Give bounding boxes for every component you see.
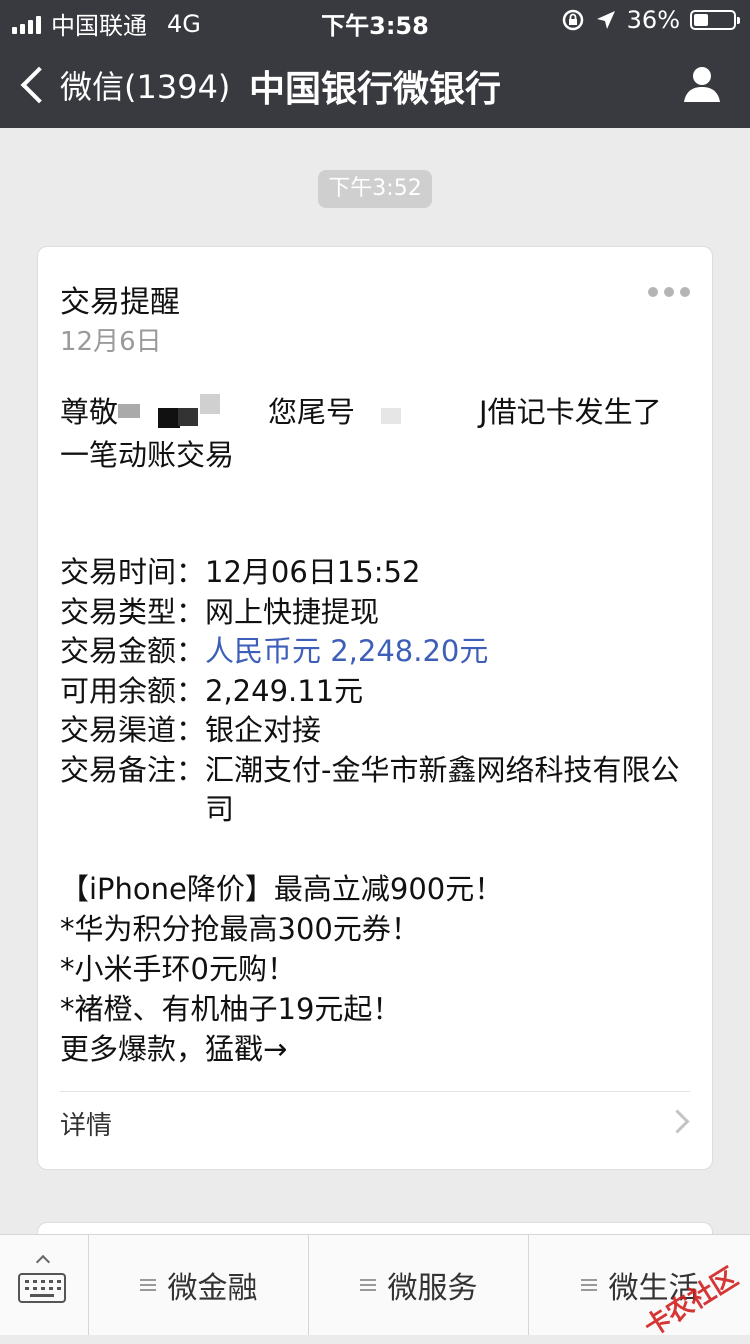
intro-line-2: 一笔动账交易 [60,438,235,472]
battery-icon [690,10,740,30]
detail-key: 交易渠道： [60,713,206,747]
keyboard-toggle-button[interactable] [0,1235,89,1335]
profile-icon[interactable] [682,64,722,104]
detail-row-note: 交易备注： 汇潮支付-金华市新鑫网络科技有限公司 [60,751,680,830]
nav-bar: 微信(1394) 中国银行微银行 [0,40,750,128]
detail-value: 银企对接 [205,713,322,747]
menu-lines-icon [580,1279,597,1291]
menu-lines-icon [139,1279,156,1291]
more-icon[interactable] [648,287,690,297]
card-title: 交易提醒 [60,285,180,320]
menu-tab-finance[interactable]: 微金融 [89,1235,309,1335]
tail-number-text: 您尾号 [268,395,356,429]
promo-line: *小米手环0元购！ [60,952,296,986]
battery-percent: 36% [626,6,680,34]
amount-value: 人民币元 2,248.20元 [205,634,489,668]
promo-link[interactable]: 更多爆款，猛戳→ [60,1029,680,1069]
menu-tab-label: 微服务 [387,1271,478,1306]
promo-line: 【iPhone降价】最高立减900元！ [60,872,504,906]
detail-row-time: 交易时间： 12月06日15:52 [60,553,680,593]
detail-key: 交易备注： [60,752,206,787]
promo-line: *华为积分抢最高300元券！ [60,912,420,946]
detail-value: 2,249.11元 [205,673,364,708]
redacted-name-mask [118,394,221,428]
card-intro: 尊敬 您尾号 J借记卡发生了 一笔动账交易 [60,391,680,476]
card-divider [60,1091,690,1092]
card-type-text: J借记卡发生了 [479,395,662,429]
keyboard-icon [18,1273,66,1303]
transaction-details: 交易时间： 12月06日15:52 交易类型： 网上快捷提现 交易金额： 人民币… [60,553,680,830]
detail-key: 交易金额： [60,634,206,668]
detail-key: 交易类型： [60,594,206,629]
chevron-right-icon [665,1109,690,1134]
transaction-card[interactable]: 交易提醒 12月6日 尊敬 您尾号 J借记卡发生了 一笔动账交易 交易时间： 1… [37,246,713,1170]
detail-value: 汇潮支付-金华市新鑫网络科技有限公司 [205,752,680,827]
bottom-menu-bar: 微金融 微服务 微生活 卡农社区 [0,1234,750,1343]
menu-lines-icon [359,1279,376,1291]
promo-line: *褚橙、有机柚子19元起！ [60,992,402,1026]
intro-line-1: 尊敬 您尾号 J借记卡发生了 [60,391,680,434]
status-right: 36% [561,6,740,34]
location-arrow-icon [596,11,615,29]
page-title: 中国银行微银行 [248,69,501,110]
menu-tab-services[interactable]: 微服务 [309,1235,529,1335]
promo-block: 【iPhone降价】最高立减900元！ *华为积分抢最高300元券！ *小米手环… [60,869,680,1069]
battery-fill [694,14,708,26]
detail-row-balance: 可用余额： 2,249.11元 [60,672,680,712]
rotation-lock-icon [562,9,583,31]
redacted-card-mask [381,408,402,424]
caret-up-icon [35,1254,51,1270]
detail-row-type: 交易类型： 网上快捷提现 [60,593,680,633]
detail-key: 可用余额： [60,673,206,708]
detail-row-channel: 交易渠道： 银企对接 [60,711,680,751]
status-bar: 中国联通 4G 下午3:58 36% [0,0,750,40]
greeting-text: 尊敬 [60,395,119,429]
menu-tab-label: 微金融 [167,1271,258,1306]
detail-value: 12月06日15:52 [205,555,421,589]
detail-row-amount: 交易金额： 人民币元 2,248.20元 [60,632,680,672]
detail-value: 网上快捷提现 [205,594,380,629]
message-time: 下午3:52 [318,170,432,208]
detail-key: 交易时间： [60,555,206,589]
details-link[interactable]: 详情 [60,1105,112,1142]
card-date: 12月6日 [60,327,162,357]
